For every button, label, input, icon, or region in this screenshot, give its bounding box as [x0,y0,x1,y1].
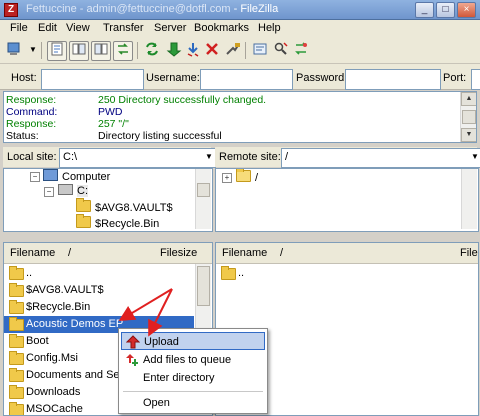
annotation-arrows [118,288,173,337]
